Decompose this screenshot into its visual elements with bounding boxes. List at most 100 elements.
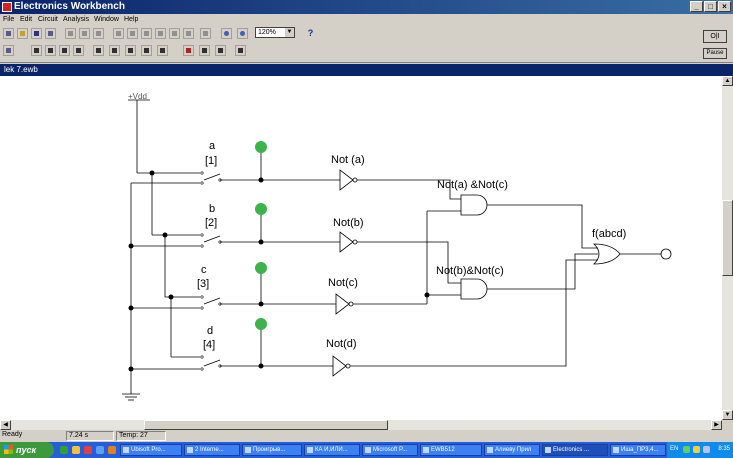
probe-d[interactable] bbox=[255, 318, 267, 330]
digital-icon[interactable] bbox=[157, 45, 168, 56]
quicklaunch-icon[interactable] bbox=[108, 446, 116, 454]
scroll-left-icon[interactable]: ◀ bbox=[0, 420, 11, 430]
task-alievu[interactable]: Алиеву Прил bbox=[484, 444, 540, 456]
diodes-icon[interactable] bbox=[59, 45, 70, 56]
maximize-button[interactable]: □ bbox=[704, 1, 717, 12]
zoom-select[interactable]: 120% ▼ bbox=[255, 27, 295, 38]
menu-help[interactable]: Help bbox=[124, 16, 138, 23]
close-button[interactable]: × bbox=[718, 1, 731, 12]
switch-b-key: [2] bbox=[205, 217, 217, 229]
instruments-icon[interactable] bbox=[235, 45, 246, 56]
inverter-d-label: Not(d) bbox=[326, 338, 357, 350]
help-button[interactable]: ? bbox=[304, 27, 317, 40]
scroll-right-icon[interactable]: ▶ bbox=[711, 420, 722, 430]
task-isha[interactable]: Иша_ПР3,4... bbox=[610, 444, 666, 456]
flip-horizontal-icon[interactable] bbox=[141, 28, 152, 39]
mixed-ics-icon[interactable] bbox=[109, 45, 120, 56]
cut-icon[interactable] bbox=[65, 28, 76, 39]
task-electronics-workbench[interactable]: Electronics ... bbox=[542, 444, 608, 456]
save-icon[interactable] bbox=[31, 28, 42, 39]
sources-icon[interactable] bbox=[31, 45, 42, 56]
inverter-b-label: Not(b) bbox=[333, 217, 364, 229]
rotate-icon[interactable] bbox=[113, 28, 124, 39]
vertical-scroll-thumb[interactable] bbox=[722, 200, 733, 276]
switch-a-blade[interactable] bbox=[203, 173, 221, 181]
quicklaunch-icon[interactable] bbox=[72, 446, 80, 454]
tray-icon[interactable] bbox=[693, 446, 700, 453]
logic-gates-icon[interactable] bbox=[141, 45, 152, 56]
start-label: пуск bbox=[16, 445, 37, 455]
controls-icon[interactable] bbox=[199, 45, 210, 56]
analog-ics-icon[interactable] bbox=[93, 45, 104, 56]
menu-edit[interactable]: Edit bbox=[20, 16, 32, 23]
scroll-up-icon[interactable]: ▲ bbox=[722, 76, 733, 86]
vertical-scrollbar[interactable]: ▲ ▼ bbox=[722, 76, 733, 420]
basic-components-icon[interactable] bbox=[45, 45, 56, 56]
menu-file[interactable]: File bbox=[3, 16, 14, 23]
circuit-canvas[interactable]: +Vdd a [1] b [2] c [3] d [4] Not (a) Not… bbox=[0, 76, 722, 420]
tray-icon[interactable] bbox=[683, 446, 690, 453]
inverter-d[interactable] bbox=[332, 355, 347, 377]
and-gate-1[interactable] bbox=[460, 194, 488, 216]
pause-button[interactable]: Pause bbox=[703, 48, 727, 59]
new-file-icon[interactable] bbox=[3, 28, 14, 39]
quicklaunch-icon[interactable] bbox=[60, 446, 68, 454]
probe-c[interactable] bbox=[255, 262, 267, 274]
task-ewb512[interactable]: EWB512 bbox=[420, 444, 482, 456]
subcircuit-icon[interactable] bbox=[155, 28, 166, 39]
windows-logo-icon bbox=[4, 445, 13, 454]
digital-ics-icon[interactable] bbox=[125, 45, 136, 56]
zoom-in-icon[interactable] bbox=[237, 28, 248, 39]
window-title: Electronics Workbench bbox=[14, 1, 125, 12]
quicklaunch-icon[interactable] bbox=[84, 446, 92, 454]
scroll-down-icon[interactable]: ▼ bbox=[722, 410, 733, 420]
task-internet[interactable]: 2 Interne... bbox=[184, 444, 240, 456]
task-player[interactable]: Проигрыв... bbox=[242, 444, 302, 456]
start-button[interactable]: пуск bbox=[0, 442, 54, 458]
switch-a-name: a bbox=[209, 140, 216, 152]
inverter-a[interactable] bbox=[339, 169, 354, 191]
task-powerpoint[interactable]: Microsoft P... bbox=[362, 444, 418, 456]
zoom-value: 120% bbox=[258, 29, 276, 36]
task-ka[interactable]: КА И,ИЛИ... bbox=[304, 444, 360, 456]
flip-vertical-icon[interactable] bbox=[127, 28, 138, 39]
paste-icon[interactable] bbox=[93, 28, 104, 39]
menu-analysis[interactable]: Analysis bbox=[63, 16, 89, 23]
favorites-bin-icon[interactable] bbox=[3, 45, 14, 56]
switch-d-blade[interactable] bbox=[203, 359, 221, 367]
document-title-bar: lek 7.ewb bbox=[0, 64, 733, 76]
copy-icon[interactable] bbox=[79, 28, 90, 39]
output-terminal[interactable] bbox=[660, 248, 672, 260]
horizontal-scrollbar[interactable]: ◀ ▶ bbox=[0, 420, 722, 430]
tray-icon[interactable] bbox=[703, 446, 710, 453]
power-switch[interactable]: O|I bbox=[703, 30, 727, 43]
task-ubisoft[interactable]: Ubisoft Pro... bbox=[120, 444, 182, 456]
graph-icon[interactable] bbox=[169, 28, 180, 39]
minimize-button[interactable]: _ bbox=[690, 1, 703, 12]
probe-a[interactable] bbox=[255, 141, 267, 153]
inverter-c[interactable] bbox=[335, 293, 350, 315]
indicators-icon[interactable] bbox=[183, 45, 194, 56]
clock: 8:35 bbox=[718, 446, 730, 452]
menu-window[interactable]: Window bbox=[94, 16, 119, 23]
miscellaneous-icon[interactable] bbox=[215, 45, 226, 56]
zoom-out-icon[interactable] bbox=[221, 28, 232, 39]
status-ready: Ready bbox=[2, 431, 23, 438]
switch-c-blade[interactable] bbox=[203, 297, 221, 305]
inverter-c-label: Not(c) bbox=[328, 277, 358, 289]
print-icon[interactable] bbox=[45, 28, 56, 39]
inverter-b[interactable] bbox=[339, 231, 354, 253]
transistors-icon[interactable] bbox=[73, 45, 84, 56]
wand-icon[interactable] bbox=[200, 28, 211, 39]
probe-b[interactable] bbox=[255, 203, 267, 215]
quicklaunch-icon[interactable] bbox=[96, 446, 104, 454]
and-gate-2[interactable] bbox=[460, 278, 488, 300]
open-folder-icon[interactable] bbox=[17, 28, 28, 39]
horizontal-scroll-thumb[interactable] bbox=[144, 420, 388, 430]
or-gate-label: f(abcd) bbox=[592, 228, 626, 240]
language-indicator[interactable]: EN bbox=[670, 446, 678, 452]
component-properties-icon[interactable] bbox=[183, 28, 194, 39]
switch-b-blade[interactable] bbox=[203, 235, 221, 243]
menu-circuit[interactable]: Circuit bbox=[38, 16, 58, 23]
chevron-down-icon[interactable]: ▼ bbox=[285, 28, 294, 37]
